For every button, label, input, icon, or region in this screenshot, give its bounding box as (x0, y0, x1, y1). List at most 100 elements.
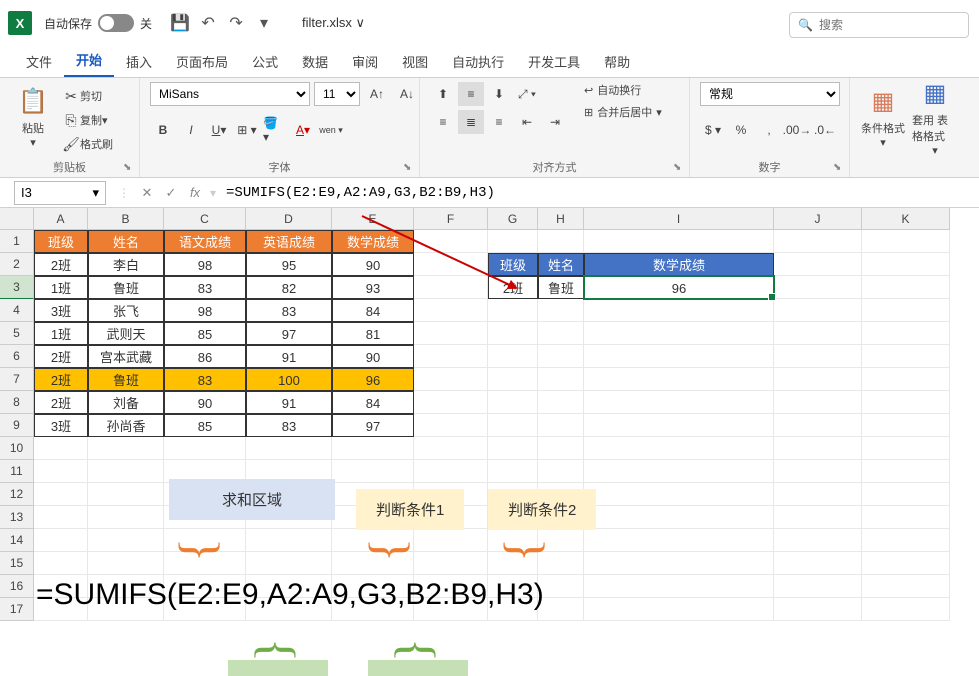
cell[interactable] (88, 529, 164, 552)
cell[interactable] (584, 483, 774, 506)
cut-button[interactable]: ✂剪切 (62, 86, 113, 106)
cell[interactable] (584, 391, 774, 414)
cell[interactable]: 100 (246, 368, 332, 391)
cell[interactable] (246, 552, 332, 575)
cell[interactable]: 91 (246, 391, 332, 414)
col-header[interactable]: A (34, 208, 88, 230)
fx-button[interactable]: fx (184, 182, 206, 204)
font-color-button[interactable]: A ▾ (290, 118, 316, 142)
align-right-button[interactable]: ≡ (486, 110, 512, 134)
cell[interactable] (34, 506, 88, 529)
cell[interactable] (774, 575, 862, 598)
cell[interactable] (488, 322, 538, 345)
cell[interactable] (414, 437, 488, 460)
cell[interactable] (862, 506, 950, 529)
redo-button[interactable]: ↷ (222, 9, 250, 37)
row-header[interactable]: 1 (0, 230, 34, 253)
toggle-switch[interactable] (98, 14, 134, 32)
format-painter-button[interactable]: 🖌格式刷 (62, 134, 113, 154)
cell[interactable]: 数学成绩 (584, 253, 774, 276)
undo-button[interactable]: ↶ (194, 9, 222, 37)
file-name[interactable]: filter.xlsx ∨ (302, 15, 365, 31)
cell[interactable]: 2班 (34, 345, 88, 368)
dialog-launcher[interactable]: ⬊ (673, 162, 685, 174)
tab-view[interactable]: 视图 (390, 46, 440, 77)
cell[interactable] (774, 437, 862, 460)
cell[interactable] (862, 414, 950, 437)
cell[interactable] (774, 414, 862, 437)
cell[interactable] (414, 552, 488, 575)
tab-data[interactable]: 数据 (290, 46, 340, 77)
row-header[interactable]: 11 (0, 460, 34, 483)
cell[interactable] (862, 345, 950, 368)
cell[interactable] (488, 391, 538, 414)
cell[interactable] (862, 598, 950, 621)
cell[interactable]: 96 (332, 368, 414, 391)
cell[interactable]: 98 (164, 299, 246, 322)
cell[interactable] (488, 437, 538, 460)
wrap-text-button[interactable]: ↩自动换行 (584, 82, 662, 98)
tab-layout[interactable]: 页面布局 (164, 46, 240, 77)
orientation-button[interactable]: ⤢ ▾ (514, 82, 540, 106)
cell[interactable]: 语文成绩 (164, 230, 246, 253)
row-header[interactable]: 4 (0, 299, 34, 322)
cell[interactable] (774, 368, 862, 391)
col-header[interactable]: I (584, 208, 774, 230)
tab-help[interactable]: 帮助 (592, 46, 642, 77)
cancel-formula-button[interactable]: ✕ (136, 182, 158, 204)
dialog-launcher[interactable]: ⬊ (403, 162, 415, 174)
cell[interactable] (332, 460, 414, 483)
cell[interactable]: 刘备 (88, 391, 164, 414)
cell[interactable] (414, 368, 488, 391)
cell[interactable]: 98 (164, 253, 246, 276)
tab-review[interactable]: 审阅 (340, 46, 390, 77)
copy-button[interactable]: ⎘复制 ▾ (62, 110, 113, 130)
cell[interactable] (414, 299, 488, 322)
cell[interactable]: 2班 (34, 368, 88, 391)
row-header[interactable]: 13 (0, 506, 34, 529)
cell[interactable] (774, 230, 862, 253)
cell[interactable] (488, 299, 538, 322)
cell[interactable]: 83 (246, 414, 332, 437)
cell[interactable]: 班级 (488, 253, 538, 276)
cell[interactable] (34, 552, 88, 575)
cell[interactable]: 97 (246, 322, 332, 345)
cell[interactable] (164, 437, 246, 460)
indent-increase-button[interactable]: ⇥ (542, 110, 568, 134)
cell[interactable] (584, 437, 774, 460)
decrease-font-button[interactable]: A↓ (394, 82, 420, 106)
cell[interactable] (538, 230, 584, 253)
cell[interactable] (538, 299, 584, 322)
cell[interactable]: 姓名 (88, 230, 164, 253)
cell[interactable] (414, 345, 488, 368)
qat-dropdown[interactable]: ▾ (250, 9, 278, 37)
cell[interactable]: 85 (164, 414, 246, 437)
cell[interactable] (246, 529, 332, 552)
increase-decimal-button[interactable]: .00→ (784, 118, 810, 142)
cell[interactable]: 90 (164, 391, 246, 414)
cell[interactable] (488, 230, 538, 253)
cell[interactable]: 90 (332, 345, 414, 368)
row-header[interactable]: 10 (0, 437, 34, 460)
cell[interactable]: 82 (246, 276, 332, 299)
cell[interactable] (246, 437, 332, 460)
cell[interactable]: 英语成绩 (246, 230, 332, 253)
cell[interactable] (488, 368, 538, 391)
cell[interactable] (414, 276, 488, 299)
cell[interactable] (774, 460, 862, 483)
cell[interactable]: 84 (332, 299, 414, 322)
cell[interactable] (584, 529, 774, 552)
cell[interactable] (538, 368, 584, 391)
dialog-launcher[interactable]: ⬊ (123, 162, 135, 174)
cell[interactable] (34, 483, 88, 506)
cell[interactable] (862, 322, 950, 345)
cell[interactable]: 2班 (34, 391, 88, 414)
tab-dev[interactable]: 开发工具 (516, 46, 592, 77)
font-size-select[interactable]: 11 (314, 82, 360, 106)
cell[interactable] (88, 506, 164, 529)
tab-home[interactable]: 开始 (64, 44, 114, 77)
cell[interactable]: 鲁班 (88, 276, 164, 299)
cell[interactable] (774, 253, 862, 276)
conditional-format-button[interactable]: ▦条件格式▾ (860, 82, 906, 154)
col-header[interactable]: B (88, 208, 164, 230)
